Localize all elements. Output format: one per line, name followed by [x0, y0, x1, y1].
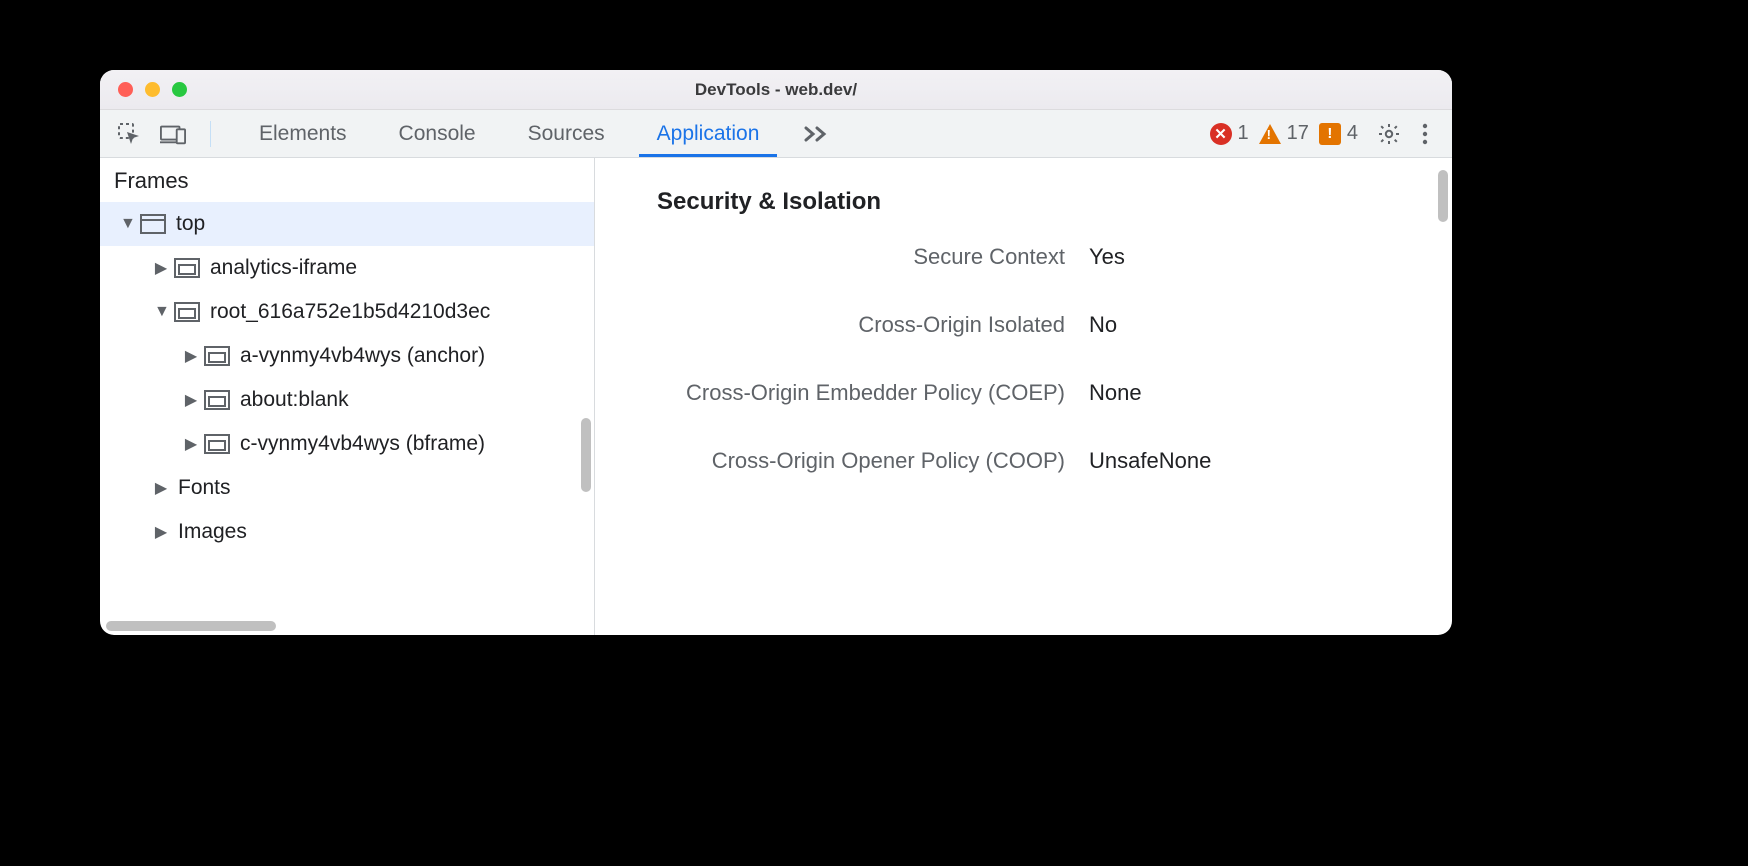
disclosure-triangle-icon[interactable]: ▶: [154, 522, 168, 542]
devtools-window: DevTools - web.dev/ Elements Console: [100, 70, 1452, 635]
section-heading: Security & Isolation: [595, 188, 1452, 244]
errors-count: 1: [1238, 122, 1249, 145]
inspect-element-icon[interactable]: [116, 121, 142, 147]
iframe-icon: [204, 434, 230, 454]
kebab-menu-icon[interactable]: [1412, 121, 1438, 147]
kv-key: Secure Context: [595, 244, 1065, 270]
titlebar: DevTools - web.dev/: [100, 70, 1452, 110]
zoom-window-button[interactable]: [172, 82, 187, 97]
more-tabs-button[interactable]: [785, 110, 847, 157]
tree-item[interactable]: ▶ analytics-iframe: [100, 246, 594, 290]
iframe-icon: [204, 346, 230, 366]
tree-item-label: Images: [178, 520, 247, 544]
kv-value: None: [1089, 380, 1452, 406]
tree-item-label: Fonts: [178, 476, 231, 500]
iframe-icon: [174, 302, 200, 322]
issue-icon: !: [1319, 123, 1341, 145]
disclosure-triangle-icon[interactable]: ▶: [154, 478, 168, 498]
iframe-icon: [204, 390, 230, 410]
tree-item-label: top: [176, 212, 205, 236]
disclosure-triangle-icon[interactable]: ▼: [154, 303, 168, 321]
sidebar-vertical-scrollbar[interactable]: [581, 418, 591, 492]
tab-elements[interactable]: Elements: [233, 110, 373, 157]
tree-item-top[interactable]: ▼ top: [100, 202, 594, 246]
tab-sources[interactable]: Sources: [502, 110, 631, 157]
window-frame-icon: [140, 214, 166, 234]
settings-icon[interactable]: [1376, 121, 1402, 147]
tab-label: Application: [657, 122, 760, 146]
issues-count: 4: [1347, 122, 1358, 145]
frame-details: Security & Isolation Secure Context Yes …: [595, 158, 1452, 635]
tree-item[interactable]: ▼ root_616a752e1b5d4210d3ec: [100, 290, 594, 334]
close-window-button[interactable]: [118, 82, 133, 97]
tree-item-images[interactable]: ▶ Images: [100, 510, 594, 554]
sidebar-horizontal-scrollbar[interactable]: [106, 621, 276, 631]
disclosure-triangle-icon[interactable]: ▶: [184, 434, 198, 454]
devtools-toolbar: Elements Console Sources Application ✕ 1…: [100, 110, 1452, 158]
kv-value: Yes: [1089, 244, 1452, 270]
kv-value: UnsafeNone: [1089, 448, 1452, 474]
disclosure-triangle-icon[interactable]: ▶: [184, 390, 198, 410]
tree-item-label: root_616a752e1b5d4210d3ec: [210, 300, 490, 324]
tree-item[interactable]: ▶ c-vynmy4vb4wys (bframe): [100, 422, 594, 466]
tree-item[interactable]: ▶ about:blank: [100, 378, 594, 422]
tree-item-fonts[interactable]: ▶ Fonts: [100, 466, 594, 510]
kv-key: Cross-Origin Embedder Policy (COEP): [595, 380, 1065, 406]
warning-icon: [1259, 124, 1281, 144]
window-title: DevTools - web.dev/: [100, 80, 1452, 100]
issues-counter[interactable]: ! 4: [1319, 122, 1358, 145]
tab-label: Sources: [528, 122, 605, 146]
minimize-window-button[interactable]: [145, 82, 160, 97]
iframe-icon: [174, 258, 200, 278]
tree-item-label: a-vynmy4vb4wys (anchor): [240, 344, 485, 368]
tree-item[interactable]: ▶ a-vynmy4vb4wys (anchor): [100, 334, 594, 378]
main-vertical-scrollbar[interactable]: [1438, 170, 1448, 222]
tab-label: Console: [399, 122, 476, 146]
kv-key: Cross-Origin Isolated: [595, 312, 1065, 338]
tree-item-label: analytics-iframe: [210, 256, 357, 280]
frames-sidebar: Frames ▼ top ▶ analytics-iframe: [100, 158, 595, 635]
traffic-lights: [100, 82, 187, 97]
kv-value: No: [1089, 312, 1452, 338]
tree-item-label: c-vynmy4vb4wys (bframe): [240, 432, 485, 456]
device-toolbar-icon[interactable]: [160, 121, 186, 147]
warnings-counter[interactable]: 17: [1259, 122, 1309, 145]
panel-tabs: Elements Console Sources Application: [233, 110, 785, 157]
security-isolation-table: Secure Context Yes Cross-Origin Isolated…: [595, 244, 1452, 474]
toolbar-separator: [210, 121, 211, 147]
kv-key: Cross-Origin Opener Policy (COOP): [595, 448, 1065, 474]
tab-label: Elements: [259, 122, 347, 146]
frames-tree: ▼ top ▶ analytics-iframe ▼: [100, 202, 594, 554]
disclosure-triangle-icon[interactable]: ▶: [184, 346, 198, 366]
tree-item-label: about:blank: [240, 388, 349, 412]
disclosure-triangle-icon[interactable]: ▼: [120, 215, 134, 233]
sidebar-heading: Frames: [100, 158, 594, 202]
panel-body: Frames ▼ top ▶ analytics-iframe: [100, 158, 1452, 635]
warnings-count: 17: [1287, 122, 1309, 145]
tab-application[interactable]: Application: [631, 110, 786, 157]
disclosure-triangle-icon[interactable]: ▶: [154, 258, 168, 278]
error-icon: ✕: [1210, 123, 1232, 145]
errors-counter[interactable]: ✕ 1: [1210, 122, 1249, 145]
tab-console[interactable]: Console: [373, 110, 502, 157]
